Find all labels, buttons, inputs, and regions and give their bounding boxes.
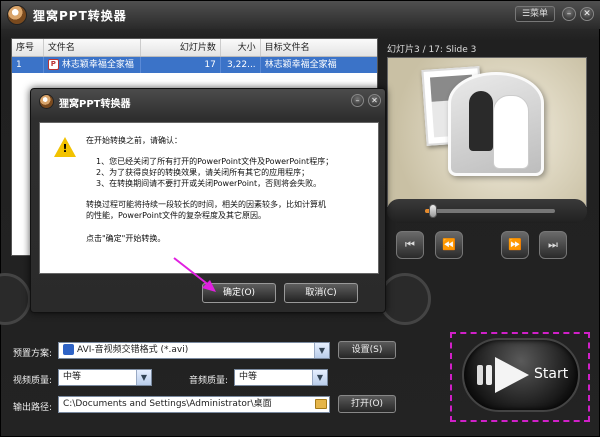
- ppt-file-icon: P: [47, 59, 59, 70]
- column-header-slides[interactable]: 幻灯片数: [141, 39, 221, 56]
- play-arrow-icon: [477, 357, 529, 393]
- dialog-close-button[interactable]: ✕: [368, 94, 381, 107]
- fast-forward-button[interactable]: ⏩: [501, 231, 529, 259]
- output-path-label: 输出路径:: [13, 403, 53, 413]
- output-path-field[interactable]: C:\Documents and Settings\Administrator\…: [58, 396, 330, 413]
- right-ornament: [379, 273, 431, 325]
- column-header-filename[interactable]: 文件名: [44, 39, 142, 56]
- dialog-note-line-1: 转换过程可能将持续一段较长的时间，相关的因素较多，比如计算机: [86, 200, 326, 209]
- menu-button[interactable]: ☰菜单: [515, 6, 555, 22]
- audio-quality-select[interactable]: 中等 ▼: [234, 369, 328, 386]
- warning-icon-mark: !: [62, 142, 68, 155]
- rewind-icon: ⏪: [442, 238, 456, 251]
- avi-format-icon: [63, 344, 74, 355]
- slide-preview: [387, 57, 587, 207]
- column-header-index[interactable]: 序号: [12, 39, 44, 56]
- table-header: 序号 文件名 幻灯片数 大小 目标文件名: [12, 39, 377, 57]
- dialog-point-2: 2、为了获得良好的转换效果，请关闭所有其它的应用程序；: [96, 168, 310, 177]
- row-size: 3,22...: [221, 57, 261, 73]
- preset-value: AVI-音视频交错格式 (*.avi): [77, 345, 189, 355]
- audio-quality-value: 中等: [239, 372, 258, 382]
- preset-select[interactable]: AVI-音视频交错格式 (*.avi) ▼: [58, 342, 330, 359]
- seek-bar[interactable]: [387, 199, 587, 223]
- settings-button[interactable]: 设置(S): [338, 341, 396, 359]
- video-quality-select[interactable]: 中等 ▼: [58, 369, 152, 386]
- output-path-value: C:\Documents and Settings\Administrator\…: [63, 399, 272, 409]
- dialog-message-area: ! 在开始转换之前，请确认： 1、您已经关闭了所有打开的PowerPoint文件…: [39, 122, 379, 274]
- table-row[interactable]: 1 P 林志颖幸福全家福 17 3,22... 林志颖幸福全家福: [12, 57, 377, 73]
- menu-icon: ☰: [521, 9, 531, 19]
- video-quality-label: 视频质量:: [13, 376, 53, 386]
- fast-forward-icon: ⏩: [508, 238, 522, 251]
- chevron-down-icon: ▼: [312, 370, 327, 385]
- menu-label: 菜单: [530, 9, 549, 19]
- dialog-intro: 在开始转换之前，请确认：: [86, 136, 182, 145]
- audio-quality-label: 音频质量:: [189, 376, 229, 386]
- dialog-logo-icon: [39, 94, 54, 109]
- title-bar: 狸窝PPT转换器 ☰菜单 – ✕: [1, 1, 600, 29]
- last-slide-button[interactable]: ⏭: [539, 231, 567, 259]
- dialog-note-line-2: 的性能，PowerPoint文件的复杂程度及其它原因。: [86, 211, 267, 220]
- first-slide-button[interactable]: ⏮: [396, 231, 424, 259]
- annotation-arrow-icon: [173, 257, 216, 292]
- column-header-target[interactable]: 目标文件名: [261, 39, 377, 56]
- seek-handle[interactable]: [428, 204, 437, 218]
- row-index: 1: [12, 57, 44, 73]
- dialog-minimize-button[interactable]: –: [351, 94, 364, 107]
- row-slides: 17: [141, 57, 221, 73]
- dialog-point-1: 1、您已经关闭了所有打开的PowerPoint文件及PowerPoint程序；: [96, 157, 334, 166]
- app-title: 狸窝PPT转换器: [33, 9, 127, 23]
- chevron-down-icon: ▼: [314, 343, 329, 358]
- row-filename: 林志颖幸福全家福: [61, 60, 134, 70]
- close-button[interactable]: ✕: [580, 7, 594, 21]
- preset-label: 预置方案:: [13, 349, 53, 359]
- row-filename-cell: P 林志颖幸福全家福: [44, 57, 142, 73]
- start-label[interactable]: Start: [534, 366, 568, 382]
- chevron-down-icon: ▼: [136, 370, 151, 385]
- dialog-title: 狸窝PPT转换器: [59, 99, 131, 110]
- row-target: 林志颖幸福全家福: [264, 60, 337, 70]
- video-quality-value: 中等: [63, 372, 82, 382]
- open-button[interactable]: 打开(O): [338, 395, 396, 413]
- skip-forward-icon: ⏭: [548, 238, 558, 251]
- dialog-point-3: 3、在转换期间请不要打开或关闭PowerPoint，否则将会失败。: [96, 179, 322, 188]
- minimize-button[interactable]: –: [562, 7, 576, 21]
- app-logo-icon: [7, 5, 27, 25]
- left-ornament: [0, 273, 31, 325]
- skip-back-icon: ⏮: [405, 238, 415, 251]
- preview-photo-frame: [448, 72, 544, 176]
- column-header-size[interactable]: 大小: [221, 39, 261, 56]
- cancel-button[interactable]: 取消(C): [284, 283, 358, 303]
- dialog-prompt: 点击"确定"开始转换。: [86, 234, 166, 243]
- folder-icon[interactable]: [315, 399, 327, 409]
- rewind-button[interactable]: ⏪: [435, 231, 463, 259]
- seek-track: [425, 204, 555, 218]
- slide-counter: 幻灯片3 / 17: Slide 3: [387, 45, 477, 55]
